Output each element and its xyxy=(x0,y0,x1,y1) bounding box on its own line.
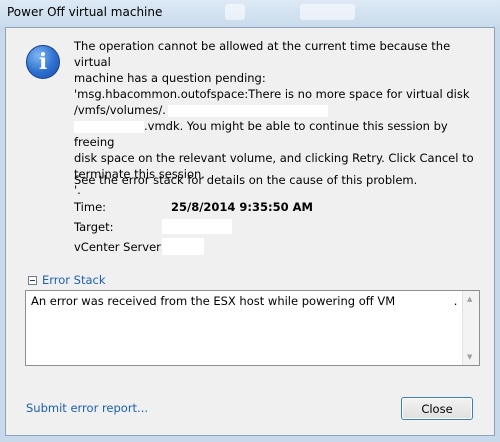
vcenter-label: vCenter Server: xyxy=(74,240,165,254)
window-title: Power Off virtual machine xyxy=(7,5,163,19)
submit-error-report-link[interactable]: Submit error report... xyxy=(26,401,148,415)
message-line: 'msg.hbacommon.outofspace:There is no mo… xyxy=(74,87,470,101)
error-stack-toggle[interactable]: Error Stack xyxy=(28,273,106,287)
error-stack-text: An error was received from the ESX host … xyxy=(31,294,457,308)
message-line: machine has a question pending: xyxy=(74,71,266,85)
blurred-background xyxy=(300,4,355,20)
message-line: The operation cannot be allowed at the c… xyxy=(74,39,451,69)
blurred-background xyxy=(225,4,245,20)
message-line: /vmfs/volumes/. xyxy=(74,103,166,117)
redacted-text xyxy=(74,120,144,133)
vcenter-value xyxy=(162,238,204,255)
time-label: Time: xyxy=(74,200,107,214)
error-stack-box[interactable]: An error was received from the ESX host … xyxy=(25,290,480,366)
info-icon: i xyxy=(26,45,60,79)
scroll-down-arrow-icon[interactable]: ▼ xyxy=(467,353,472,361)
dialog-body: i The operation cannot be allowed at the… xyxy=(5,27,495,436)
scroll-up-arrow-icon[interactable]: ▲ xyxy=(467,295,472,303)
redacted-text xyxy=(401,295,454,308)
error-stack-label[interactable]: Error Stack xyxy=(42,273,106,287)
message-line: disk space on the relevant volume, and c… xyxy=(74,151,474,165)
close-button[interactable]: Close xyxy=(401,397,473,420)
scrollbar[interactable]: ▲ ▼ xyxy=(462,291,479,365)
error-stack-suffix: . xyxy=(453,294,458,308)
redacted-text xyxy=(167,104,328,117)
time-value: 25/8/2014 9:35:50 AM xyxy=(171,200,313,214)
target-label: Target: xyxy=(74,220,114,234)
error-stack-message: An error was received from the ESX host … xyxy=(31,294,396,308)
title-bar: Power Off virtual machine xyxy=(0,0,500,27)
collapse-icon[interactable] xyxy=(28,275,37,285)
target-value xyxy=(162,219,232,234)
see-stack-text: See the error stack for details on the c… xyxy=(74,173,418,187)
